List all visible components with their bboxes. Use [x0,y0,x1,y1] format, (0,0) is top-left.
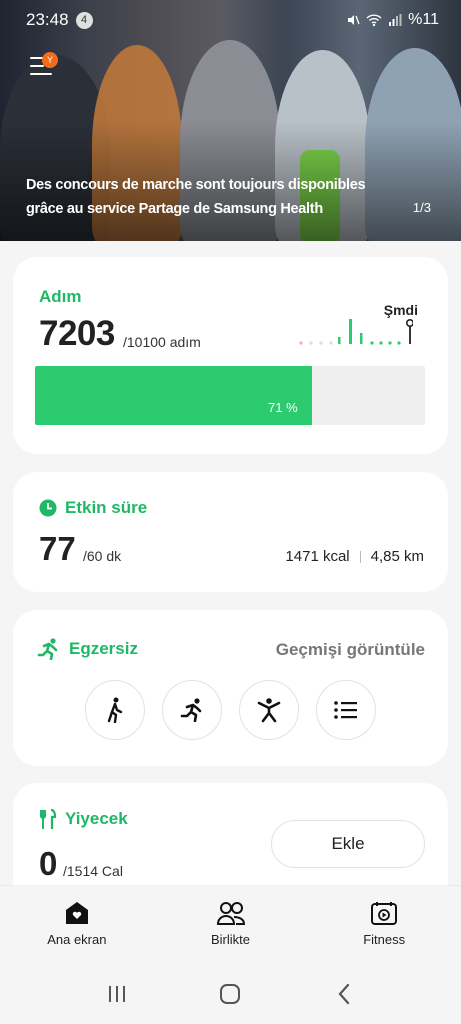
workout-icon [257,698,281,723]
food-title: Yiyecek [39,809,128,829]
battery-level: %11 [408,11,439,28]
steps-progress-fill [35,366,312,425]
steps-card[interactable]: Adım 7203 /10100 adım Şmdi 71 % [13,257,448,454]
walking-icon [107,697,123,723]
notification-count-badge: 4 [75,11,93,29]
active-time-title: Etkin süre [39,498,147,518]
system-navigation-bar [0,964,461,1024]
back-button[interactable] [324,974,364,1014]
exercise-title: Egzersiz [37,638,138,660]
status-bar: 23:48 4 %11 [26,8,439,32]
steps-progress-label: 71 % [268,400,298,415]
active-time-value: 77 [39,530,76,567]
calories-value: 1471 kcal [285,548,350,565]
exercise-list-button[interactable] [316,680,376,740]
mute-icon [348,15,360,25]
distance-value: 4,85 km [370,548,424,565]
recent-apps-button[interactable] [97,974,137,1014]
view-history-link[interactable]: Geçmişi görüntüle [276,640,425,660]
home-button[interactable] [210,974,250,1014]
together-icon [216,902,245,925]
status-time: 23:48 [26,10,69,29]
steps-title: Adım [39,287,82,306]
clock-icon [39,499,57,517]
active-time-stats: 1471 kcal 4,85 km [285,548,424,565]
nav-item-fitness[interactable]: Fitness [307,886,461,964]
add-food-button[interactable]: Ekle [271,820,425,868]
steps-progress-bar: 71 % [35,366,425,425]
steps-value: 7203 [39,314,115,353]
nav-label-home: Ana ekran [47,932,107,947]
home-icon [65,902,88,924]
hero-page-indicator: 1/3 [412,200,431,215]
nav-label-together: Birlikte [211,932,251,947]
menu-badge: Y [42,52,58,68]
bottom-navigation: Ana ekran Birlikte Fitness [0,886,461,964]
running-icon [37,638,58,660]
fitness-icon [371,902,398,925]
active-time-label: Etkin süre [65,498,148,517]
hero-caption: Des concours de marche sont toujours dis… [26,177,366,217]
back-icon [338,983,350,1005]
food-goal: /1514 Cal [63,863,123,879]
home-circle-icon [220,984,241,1004]
exercise-label: Egzersiz [69,639,138,658]
running-button[interactable] [162,680,222,740]
stats-divider [359,550,361,563]
list-icon [334,701,357,719]
steps-goal: /10100 adım [123,334,201,350]
food-label: Yiyecek [65,809,128,828]
fork-knife-icon [40,809,57,829]
signal-icon [389,14,402,26]
active-time-goal: /60 dk [83,548,122,564]
wifi-icon [366,14,382,27]
nav-item-home[interactable]: Ana ekran [0,886,154,964]
running-icon [180,698,202,722]
walking-button[interactable] [85,680,145,740]
hero-banner[interactable]: 23:48 4 %11 Y Des concours de marche son… [0,0,461,241]
steps-hourly-chart [299,319,413,345]
workout-button[interactable] [239,680,299,740]
food-value: 0 [39,845,58,882]
nav-item-together[interactable]: Birlikte [154,886,308,964]
active-time-card[interactable]: Etkin süre 77 /60 dk 1471 kcal 4,85 km [13,472,448,592]
recent-apps-icon [108,986,125,1002]
exercise-card[interactable]: Egzersiz Geçmişi görüntüle [13,610,448,766]
nav-label-fitness: Fitness [363,932,406,947]
